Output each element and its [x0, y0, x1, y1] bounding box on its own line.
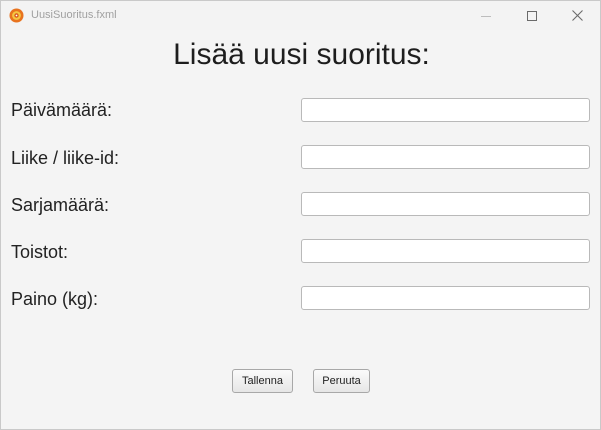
sets-input[interactable] — [301, 192, 590, 216]
exercise-label: Liike / liike-id: — [11, 148, 120, 168]
maximize-button[interactable] — [509, 1, 555, 30]
sets-label: Sarjamäärä: — [11, 195, 110, 215]
title-bar[interactable]: UusiSuoritus.fxml — [1, 1, 600, 30]
date-label: Päivämäärä: — [11, 100, 113, 120]
app-window: UusiSuoritus.fxml Lisää uusi suoritus: P… — [0, 0, 601, 430]
save-button[interactable]: Tallenna — [232, 369, 293, 393]
weight-input[interactable] — [301, 286, 590, 310]
page-title: Lisää uusi suoritus: — [173, 38, 430, 71]
exercise-input[interactable] — [301, 145, 590, 169]
app-icon — [9, 8, 24, 23]
window-title: UusiSuoritus.fxml — [31, 9, 117, 21]
reps-label: Toistot: — [11, 242, 69, 262]
form-panel: Lisää uusi suoritus: Päivämäärä: Liike /… — [1, 30, 600, 429]
reps-input[interactable] — [301, 239, 590, 263]
maximize-icon — [527, 10, 537, 21]
minimize-icon — [481, 11, 491, 21]
weight-label: Paino (kg): — [11, 289, 99, 309]
date-input[interactable] — [301, 98, 590, 122]
close-button[interactable] — [554, 1, 600, 30]
close-icon — [571, 10, 583, 21]
cancel-button[interactable]: Peruuta — [313, 369, 370, 393]
minimize-button[interactable] — [463, 1, 509, 30]
